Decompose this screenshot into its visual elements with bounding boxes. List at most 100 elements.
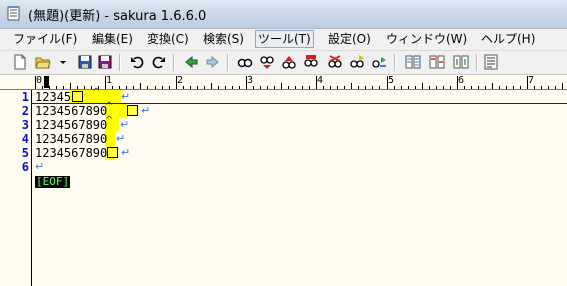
ruler-tick [436,86,437,89]
open-folder-icon[interactable] [35,54,51,70]
window-title: (無題)(更新) - sakura 1.6.6.0 [28,9,207,24]
menu-file[interactable]: ファイル(F) [11,31,79,47]
ruler-label: 1 [106,75,113,86]
ruler-tick [464,86,465,89]
toolbar-separator [173,54,175,71]
clear-mark-icon[interactable] [349,54,365,70]
ruler-tick [49,86,50,89]
ruler-tick [35,76,36,89]
line-number: 2 [21,104,29,118]
ruler-tick [162,86,163,89]
fullwidth-space-marker [72,91,83,102]
search-next-icon[interactable] [281,54,297,70]
jump-forward-icon[interactable] [205,54,221,70]
tab-marker: ^ [105,115,114,126]
ruler-tick [323,86,324,89]
save-all-icon[interactable] [97,54,113,70]
ruler-tick [450,86,451,89]
replace-icon[interactable] [327,54,343,70]
ruler-tick [408,86,409,89]
ruler-tick [147,86,148,89]
ruler-tick [422,83,423,89]
ruler-tick [555,86,556,89]
ruler-tick [197,86,198,89]
ruler-tick [105,76,106,89]
ruler-tick [485,86,486,89]
ruler-tick [140,83,141,89]
ruler-tick [133,86,134,89]
menu-edit[interactable]: 編集(E) [90,31,135,47]
search-prev-icon[interactable] [259,54,275,70]
ruler-tick [394,86,395,89]
text-line: 1234567890 [35,132,108,146]
ruler-tick [56,86,57,89]
line-number: 5 [21,146,29,160]
ruler-tick [288,86,289,89]
ruler-cursor-marker [44,76,49,88]
ruler-tick [232,86,233,89]
menu-help[interactable]: ヘルプ(H) [479,31,537,47]
grep-icon[interactable] [371,54,387,70]
editor-area[interactable]: 1 2 3 4 5 6 12345 1234567890 1234567890 … [0,88,567,286]
ruler-tick [204,86,205,89]
ruler-tick [119,86,120,89]
notepad-app-icon [7,6,20,21]
ruler-tick [246,76,247,89]
eof-marker: [EOF] [35,175,71,188]
ruler-tick [239,86,240,89]
search-icon[interactable] [237,54,253,70]
menu-window[interactable]: ウィンドウ(W) [384,31,469,47]
ruler-tick [302,86,303,89]
return-marker: ↵ [120,118,130,131]
diff-icon[interactable] [429,54,445,70]
ruler-tick [401,86,402,89]
ruler-tick [351,83,352,89]
ruler-label: 2 [177,75,184,86]
ruler-tick [253,86,254,89]
return-marker: ↵ [35,160,45,173]
toolbar-separator [227,54,229,71]
ruler-tick [527,76,528,89]
menu-tools[interactable]: ツール(T) [255,30,314,48]
jump-back-icon[interactable] [183,54,199,70]
line-number: 6 [21,160,29,174]
ruler-tick [457,76,458,89]
ruler-tick [274,86,275,89]
compare-icon[interactable] [453,54,469,70]
line-number: 3 [21,118,29,132]
menu-search[interactable]: 検索(S) [201,31,246,47]
ruler-label: 3 [247,75,254,86]
ruler-tick [155,86,156,89]
save-icon[interactable] [77,54,93,70]
ruler-label: 7 [528,75,535,86]
fullwidth-space-marker [107,147,118,158]
ruler-tick [520,86,521,89]
dropdown-arrow-icon[interactable] [55,54,66,70]
type-settings-icon[interactable] [483,54,499,70]
toolbar-separator [476,54,478,71]
search-box-icon[interactable] [303,54,319,70]
ruler-tick [218,86,219,89]
ruler-tick [337,86,338,89]
ruler-tick [84,86,85,89]
ruler-tick [562,83,563,89]
ruler-tick [548,86,549,89]
menu-convert[interactable]: 変換(C) [145,31,191,47]
ruler-tick [176,76,177,89]
menu-settings[interactable]: 設定(O) [326,31,373,47]
ruler-tick [365,86,366,89]
ruler-tick [471,86,472,89]
ruler-tick [211,83,212,89]
ruler-tick [541,86,542,89]
ruler-tick [429,86,430,89]
ruler-tick [330,86,331,89]
ruler-tick [372,86,373,89]
ruler-tick [443,86,444,89]
undo-icon[interactable] [129,54,145,70]
line-number: 1 [21,90,29,104]
outline-icon[interactable] [405,54,421,70]
ruler-tick [379,86,380,89]
redo-icon[interactable] [151,54,167,70]
title-bar: (無題)(更新) - sakura 1.6.6.0 [0,0,567,29]
new-file-icon[interactable] [12,54,28,70]
